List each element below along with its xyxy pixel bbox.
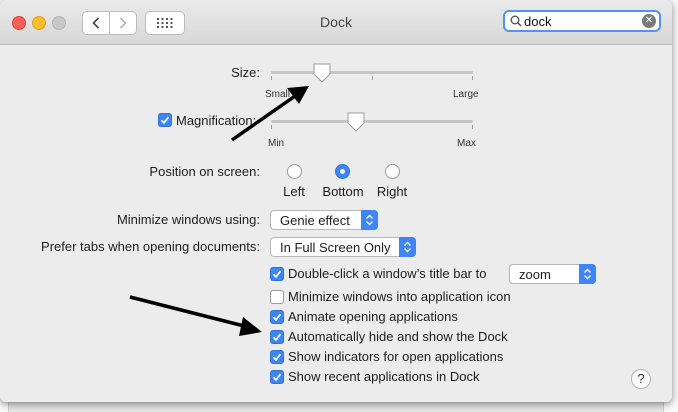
help-button[interactable]: ? xyxy=(631,369,651,389)
size-tick xyxy=(472,76,473,80)
size-min-label: Small xyxy=(265,89,291,100)
checkmark-icon xyxy=(272,313,282,322)
clear-search-icon[interactable]: ✕ xyxy=(642,14,656,28)
size-max-label: Large xyxy=(453,89,479,100)
prefer-tabs-label: Prefer tabs when opening documents: xyxy=(41,239,260,254)
magnification-max-label: Max xyxy=(457,138,476,149)
double-click-label: Double-click a window’s title bar to xyxy=(288,266,487,281)
magnification-slider-thumb[interactable] xyxy=(347,112,365,132)
stepper-icon xyxy=(579,264,596,284)
double-click-action-popup[interactable]: zoom xyxy=(509,264,596,284)
checkmark-icon xyxy=(272,353,282,362)
checkmark-icon xyxy=(272,333,282,342)
minimize-into-icon-checkbox[interactable] xyxy=(270,290,284,304)
size-slider-track[interactable] xyxy=(271,71,473,74)
animate-opening-checkbox[interactable] xyxy=(270,310,284,324)
radio-bottom[interactable] xyxy=(335,164,350,179)
show-indicators-label: Show indicators for open applications xyxy=(288,349,504,364)
size-tick xyxy=(271,76,272,80)
double-click-checkbox[interactable] xyxy=(270,267,284,281)
magnification-label: Magnification: xyxy=(176,113,257,128)
radio-right[interactable] xyxy=(385,164,400,179)
checkmark-icon xyxy=(272,270,282,279)
magnification-checkbox[interactable] xyxy=(158,113,172,127)
radio-right-label: Right xyxy=(376,184,408,199)
help-icon: ? xyxy=(637,371,645,386)
magnification-min-label: Min xyxy=(268,138,285,149)
minimize-effect-popup[interactable]: Genie effect xyxy=(270,210,378,230)
magnification-tick xyxy=(472,125,473,129)
double-click-action-value: zoom xyxy=(519,267,551,282)
magnification-slider-track[interactable] xyxy=(271,120,473,123)
autohide-dock-checkbox[interactable] xyxy=(270,330,284,344)
prefer-tabs-popup[interactable]: In Full Screen Only xyxy=(270,237,416,257)
minimize-into-icon-label: Minimize windows into application icon xyxy=(288,289,511,304)
autohide-dock-label: Automatically hide and show the Dock xyxy=(288,329,508,344)
search-icon xyxy=(510,15,522,27)
dock-preferences-window: Dock ✕ Size: Small Large Magnification: … xyxy=(0,0,672,402)
stepper-icon xyxy=(399,237,416,257)
position-label: Position on screen: xyxy=(149,164,260,179)
animate-opening-label: Animate opening applications xyxy=(288,309,458,324)
size-tick xyxy=(372,76,373,80)
radio-left[interactable] xyxy=(287,164,302,179)
magnification-tick xyxy=(271,125,272,129)
size-slider-thumb[interactable] xyxy=(313,63,331,83)
minimize-effect-value: Genie effect xyxy=(280,213,350,228)
title-bar: Dock ✕ xyxy=(0,0,672,45)
show-indicators-checkbox[interactable] xyxy=(270,350,284,364)
size-label: Size: xyxy=(231,65,260,80)
minimize-label: Minimize windows using: xyxy=(116,212,260,227)
search-input[interactable] xyxy=(524,13,642,29)
show-recent-apps-checkbox[interactable] xyxy=(270,370,284,384)
prefer-tabs-value: In Full Screen Only xyxy=(280,240,391,255)
checkmark-icon xyxy=(272,373,282,382)
stepper-icon xyxy=(361,210,378,230)
checkmark-icon xyxy=(160,116,170,125)
search-field[interactable]: ✕ xyxy=(503,10,661,32)
show-recent-apps-label: Show recent applications in Dock xyxy=(288,369,480,384)
